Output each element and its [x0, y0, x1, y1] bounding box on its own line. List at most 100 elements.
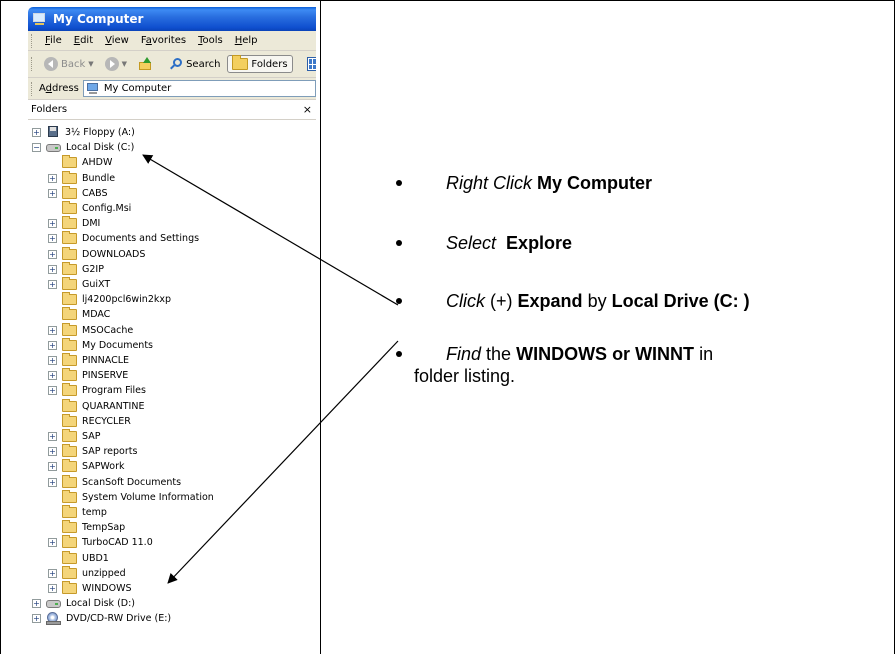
expand-icon[interactable]: + [48, 173, 57, 183]
menu-view[interactable]: View [99, 35, 135, 46]
expand-icon[interactable]: + [48, 340, 57, 350]
tree-item[interactable]: + WINDOWS [48, 581, 132, 596]
menu-favorites[interactable]: Favorites [135, 35, 192, 46]
tree-item[interactable]: System Volume Information [62, 489, 214, 505]
back-button[interactable]: Back ▼ [40, 55, 98, 73]
tree-item[interactable]: + SAP reports [48, 444, 137, 459]
tree-item[interactable]: AHDW [62, 155, 112, 170]
tree-item[interactable]: + Local Disk (D:) [32, 596, 135, 611]
toolbar-grip[interactable] [31, 57, 32, 71]
tree-item-label: 3½ Floppy (A:) [65, 127, 135, 138]
tree-item[interactable]: + PINNACLE [48, 353, 130, 368]
tree-item-label: Program Files [82, 385, 146, 397]
expand-icon[interactable]: + [48, 356, 57, 365]
tree-item[interactable]: + GuiXT [48, 277, 111, 292]
folder-icon [62, 261, 77, 275]
expand-icon[interactable]: + [48, 249, 57, 259]
bullet-icon [396, 298, 402, 304]
expand-icon[interactable]: + [48, 234, 57, 244]
expand-icon[interactable]: + [48, 219, 57, 229]
folder-icon [62, 201, 77, 214]
tree-item-label: Bundle [82, 172, 116, 184]
title-bar[interactable]: My Computer [28, 7, 316, 31]
tree-item[interactable]: + DOWNLOADS [48, 246, 145, 262]
menu-grip[interactable] [31, 33, 34, 48]
folder-icon [62, 322, 77, 336]
folder-icon [62, 292, 77, 306]
expand-icon[interactable]: + [48, 584, 57, 593]
search-button[interactable]: Search [166, 56, 224, 73]
tree-item[interactable]: + My Documents [48, 337, 153, 353]
tree-item[interactable]: + Bundle [48, 170, 116, 186]
back-dropdown-icon[interactable]: ▼ [88, 60, 93, 68]
tree-item[interactable]: TempSap [62, 520, 125, 535]
back-arrow-icon [44, 57, 58, 71]
expand-icon[interactable]: + [48, 432, 57, 441]
collapse-icon[interactable]: − [32, 143, 41, 153]
expand-icon[interactable]: + [48, 568, 57, 578]
tree-item-label: TempSap [82, 522, 126, 534]
tree-item[interactable]: MDAC [62, 307, 110, 322]
tree-item[interactable]: +3½ Floppy (A:) [32, 125, 135, 140]
tree-item[interactable]: + TurboCAD 11.0 [48, 535, 153, 550]
tree-item[interactable]: + ScanSoft Documents [48, 474, 181, 490]
tree-item[interactable]: + CABS [48, 185, 108, 201]
tree-item[interactable]: RECYCLER [62, 413, 131, 429]
tree-item-label: GuiXT [82, 279, 111, 290]
menu-tools[interactable]: Tools [192, 35, 229, 46]
tree-item[interactable]: + SAPWork [48, 459, 125, 474]
address-label: Address [39, 83, 79, 94]
address-value: My Computer [103, 83, 172, 94]
folders-icon [232, 55, 249, 70]
expand-icon[interactable]: + [32, 128, 41, 137]
tree-item[interactable]: QUARANTINE [62, 398, 144, 414]
expand-icon[interactable]: + [48, 188, 57, 198]
up-folder-button[interactable] [134, 55, 156, 73]
expand-icon[interactable]: + [48, 280, 57, 289]
address-grip[interactable] [31, 81, 34, 96]
tree-item[interactable]: temp [62, 505, 107, 520]
folder-icon [62, 489, 77, 503]
tree-item[interactable]: + DVD/CD-RW Drive (E:) [32, 611, 171, 626]
menu-file[interactable]: File [39, 35, 68, 46]
expand-icon[interactable]: + [32, 599, 41, 609]
close-icon[interactable]: × [303, 103, 312, 116]
expand-icon[interactable]: + [48, 477, 57, 487]
expand-icon[interactable]: + [48, 386, 57, 396]
tree-item-label: G2IP [82, 263, 104, 275]
tree-item-label: System Volume Information [82, 491, 214, 503]
folder-icon [62, 505, 77, 518]
my-computer-icon [32, 12, 48, 26]
folder-icon [62, 550, 77, 564]
expand-icon[interactable]: + [48, 264, 57, 274]
search-icon [170, 57, 183, 71]
tree-item[interactable]: UBD1 [62, 550, 109, 566]
expand-icon[interactable]: + [48, 447, 57, 457]
forward-dropdown-icon[interactable]: ▼ [122, 60, 127, 68]
expand-icon[interactable]: + [48, 325, 57, 335]
views-button[interactable] [303, 55, 316, 73]
tree-item[interactable]: + Program Files [48, 383, 146, 398]
menu-edit[interactable]: Edit [68, 35, 99, 46]
forward-button[interactable]: ▼ [101, 55, 131, 73]
tree-item-label: PINNACLE [82, 355, 130, 366]
address-input[interactable]: My Computer [82, 80, 316, 97]
tree-item[interactable]: lj4200pcl6win2kxp [62, 292, 171, 307]
menu-help[interactable]: Help [229, 35, 264, 46]
tree-item[interactable]: + unzipped [48, 565, 126, 581]
tree-item[interactable]: + MSOCache [48, 322, 133, 338]
expand-icon[interactable]: + [48, 371, 57, 381]
tree-item[interactable]: − Local Disk (C:) [32, 140, 134, 155]
tree-item[interactable]: + PINSERVE [48, 368, 128, 383]
tree-item[interactable]: Config.Msi [62, 201, 131, 216]
folder-icon [62, 368, 77, 382]
folders-button[interactable]: Folders [227, 55, 293, 73]
tree-item[interactable]: + Documents and Settings [48, 231, 199, 246]
tree-item[interactable]: + SAP [48, 429, 100, 444]
tree-item[interactable]: + DMI [48, 216, 100, 231]
expand-icon[interactable]: + [48, 538, 57, 548]
tree-item-label: CABS [82, 187, 108, 199]
tree-item[interactable]: + G2IP [48, 261, 104, 277]
expand-icon[interactable]: + [48, 462, 57, 472]
expand-icon[interactable]: + [32, 614, 41, 624]
